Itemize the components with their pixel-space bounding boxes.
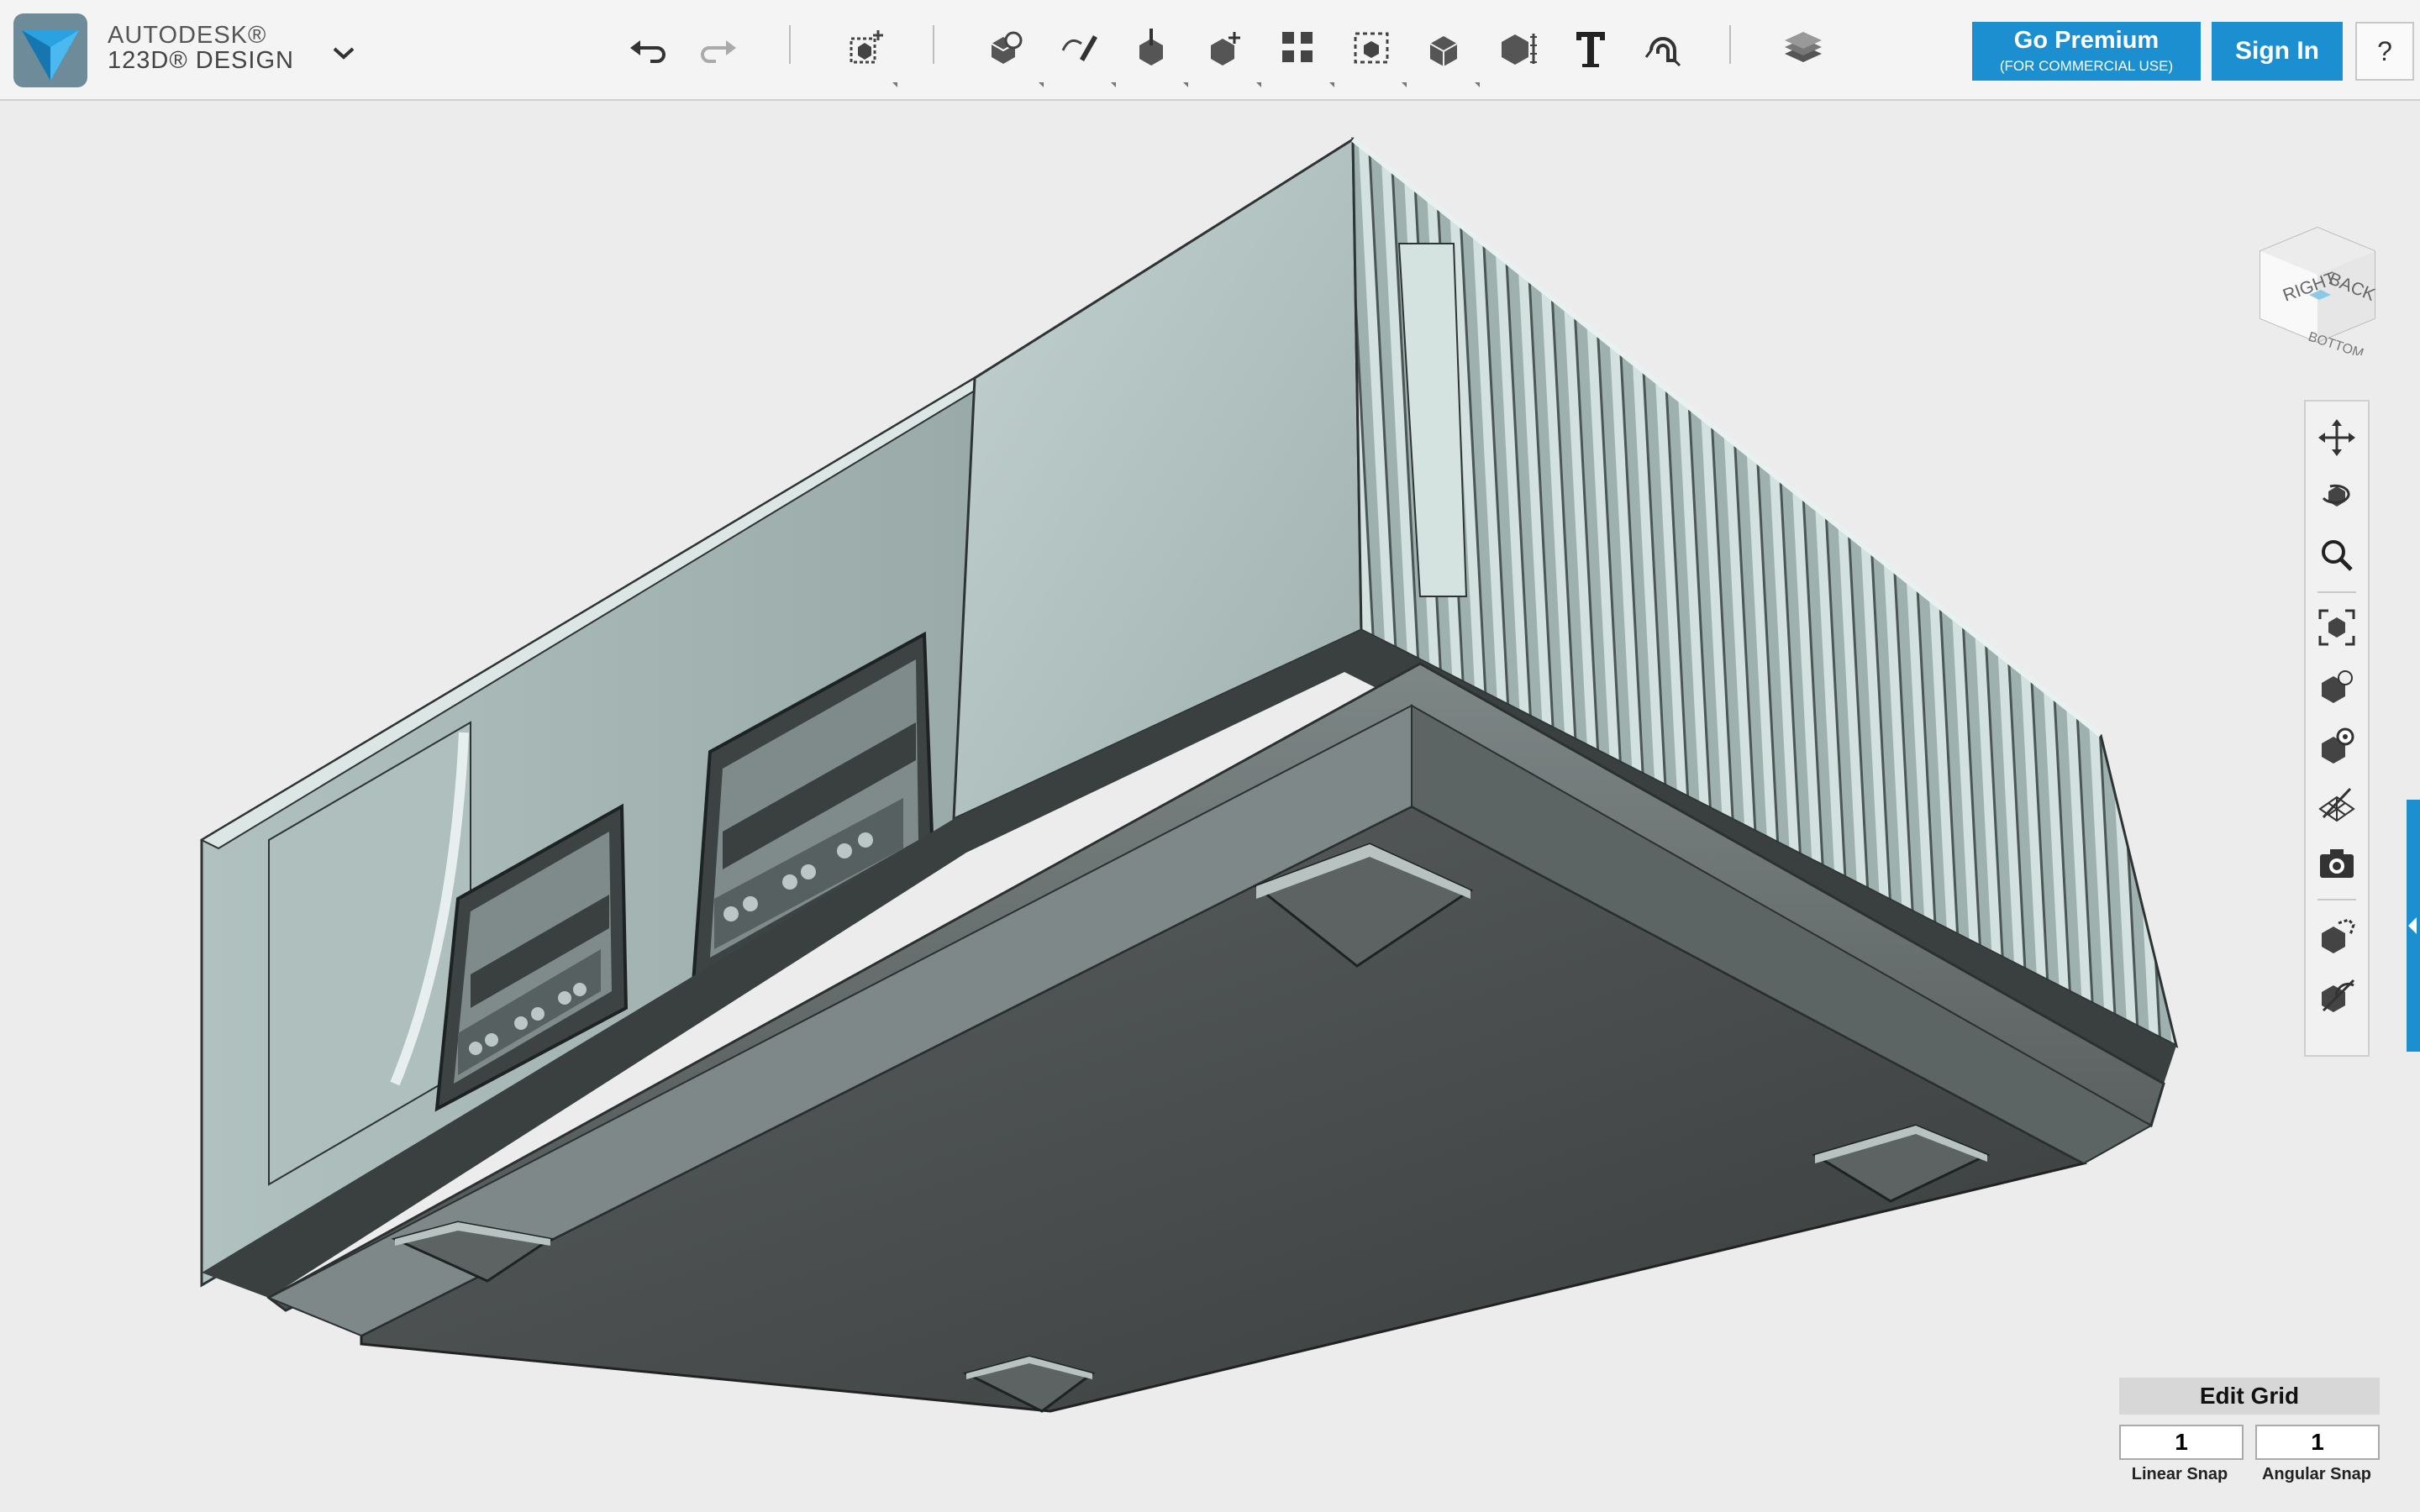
top-toolbar: AUTODESK® 123D® DESIGN Go Premium (FOR C… bbox=[0, 0, 2420, 101]
caret-icon bbox=[1256, 82, 1261, 87]
linear-snap-label: Linear Snap bbox=[2131, 1465, 2228, 1483]
linear-snap-input[interactable]: 1 bbox=[2119, 1425, 2244, 1460]
screenshot-icon bbox=[2320, 849, 2354, 878]
grouping-button[interactable] bbox=[1342, 18, 1401, 77]
combine-button[interactable] bbox=[1415, 18, 1474, 77]
measure-button[interactable] bbox=[1488, 18, 1547, 77]
undo-icon bbox=[630, 40, 666, 63]
caret-icon bbox=[1329, 82, 1334, 87]
hide-button[interactable] bbox=[2310, 968, 2364, 1020]
caret-icon bbox=[1111, 82, 1116, 87]
view-cube[interactable]: RIGHT BACK BOTTOM bbox=[2250, 221, 2385, 355]
redo-icon bbox=[701, 40, 736, 63]
text-button[interactable] bbox=[1561, 18, 1620, 77]
nav-divider bbox=[2317, 591, 2356, 593]
material-icon bbox=[1785, 32, 1822, 62]
visibility-icon bbox=[2322, 727, 2354, 764]
grid-toggle-button[interactable] bbox=[2310, 778, 2364, 830]
zoom-button[interactable] bbox=[2310, 529, 2364, 581]
perspective-icon bbox=[2322, 670, 2353, 703]
material-button[interactable] bbox=[1773, 18, 1832, 77]
3d-model-enclosure[interactable] bbox=[0, 101, 2420, 1512]
transform-button[interactable] bbox=[836, 18, 895, 77]
caret-icon bbox=[1183, 82, 1188, 87]
sketch-button[interactable] bbox=[1050, 18, 1108, 77]
angular-snap-input[interactable]: 1 bbox=[2255, 1425, 2380, 1460]
navigation-bar bbox=[2304, 400, 2370, 1057]
undo-button[interactable] bbox=[618, 18, 677, 77]
construct-button[interactable] bbox=[1123, 18, 1181, 77]
brand-product: 123D® DESIGN bbox=[108, 47, 294, 74]
go-premium-sublabel: (FOR COMMERCIAL USE) bbox=[1999, 58, 2174, 74]
perspective-button[interactable] bbox=[2310, 660, 2364, 712]
material-mode-icon bbox=[2322, 918, 2355, 953]
nav-divider bbox=[2317, 899, 2356, 900]
zoom-icon bbox=[2322, 540, 2353, 571]
help-button[interactable]: ? bbox=[2355, 22, 2414, 81]
snap-icon bbox=[1644, 37, 1681, 67]
app-logo-icon bbox=[13, 13, 87, 87]
sketch-icon bbox=[1061, 35, 1097, 61]
toolbar-divider bbox=[933, 25, 934, 64]
caret-icon bbox=[1039, 82, 1044, 87]
construct-icon bbox=[1139, 29, 1163, 66]
side-panel-toggle[interactable] bbox=[2407, 800, 2420, 1052]
modify-icon bbox=[1211, 32, 1240, 66]
screenshot-button[interactable] bbox=[2310, 837, 2364, 889]
go-premium-label: Go Premium bbox=[2013, 27, 2160, 54]
sign-in-button[interactable]: Sign In bbox=[2212, 22, 2343, 81]
material-mode-button[interactable] bbox=[2310, 909, 2364, 961]
snap-button[interactable] bbox=[1634, 18, 1693, 77]
primitives-icon bbox=[991, 31, 1023, 64]
redo-button[interactable] bbox=[689, 18, 748, 77]
pan-button[interactable] bbox=[2310, 412, 2364, 464]
edit-grid-button[interactable]: Edit Grid bbox=[2119, 1378, 2380, 1415]
primitives-button[interactable] bbox=[976, 18, 1035, 77]
toolbar-divider bbox=[789, 25, 791, 64]
orbit-icon bbox=[2322, 484, 2350, 507]
orbit-button[interactable] bbox=[2310, 470, 2364, 522]
app-menu-chevron-icon[interactable] bbox=[329, 40, 358, 64]
chevron-left-icon bbox=[2408, 917, 2417, 934]
pattern-icon bbox=[1282, 32, 1313, 62]
combine-icon bbox=[1429, 36, 1458, 66]
visibility-button[interactable] bbox=[2310, 719, 2364, 771]
toolbar-divider bbox=[1729, 25, 1731, 64]
pan-icon bbox=[2318, 419, 2355, 456]
hide-icon bbox=[2322, 979, 2355, 1012]
go-premium-button[interactable]: Go Premium (FOR COMMERCIAL USE) bbox=[1972, 22, 2201, 81]
fit-button[interactable] bbox=[2310, 601, 2364, 654]
canvas-viewport[interactable]: RIGHT BACK BOTTOM bbox=[0, 101, 2420, 1512]
text-icon bbox=[1576, 32, 1605, 67]
grouping-icon bbox=[1354, 32, 1389, 64]
brand-company: AUTODESK® bbox=[108, 22, 267, 49]
modify-button[interactable] bbox=[1196, 18, 1255, 77]
measure-icon bbox=[1502, 34, 1537, 65]
grid-toggle-icon bbox=[2318, 787, 2355, 822]
caret-icon bbox=[1402, 82, 1407, 87]
grid-settings-panel: Edit Grid 1 1 Linear Snap Angular Snap bbox=[2119, 1378, 2380, 1495]
pattern-button[interactable] bbox=[1269, 18, 1328, 77]
fit-icon bbox=[2318, 609, 2355, 646]
transform-icon bbox=[850, 30, 883, 64]
caret-icon bbox=[892, 82, 897, 87]
caret-icon bbox=[1475, 82, 1480, 87]
angular-snap-label: Angular Snap bbox=[2261, 1465, 2371, 1483]
